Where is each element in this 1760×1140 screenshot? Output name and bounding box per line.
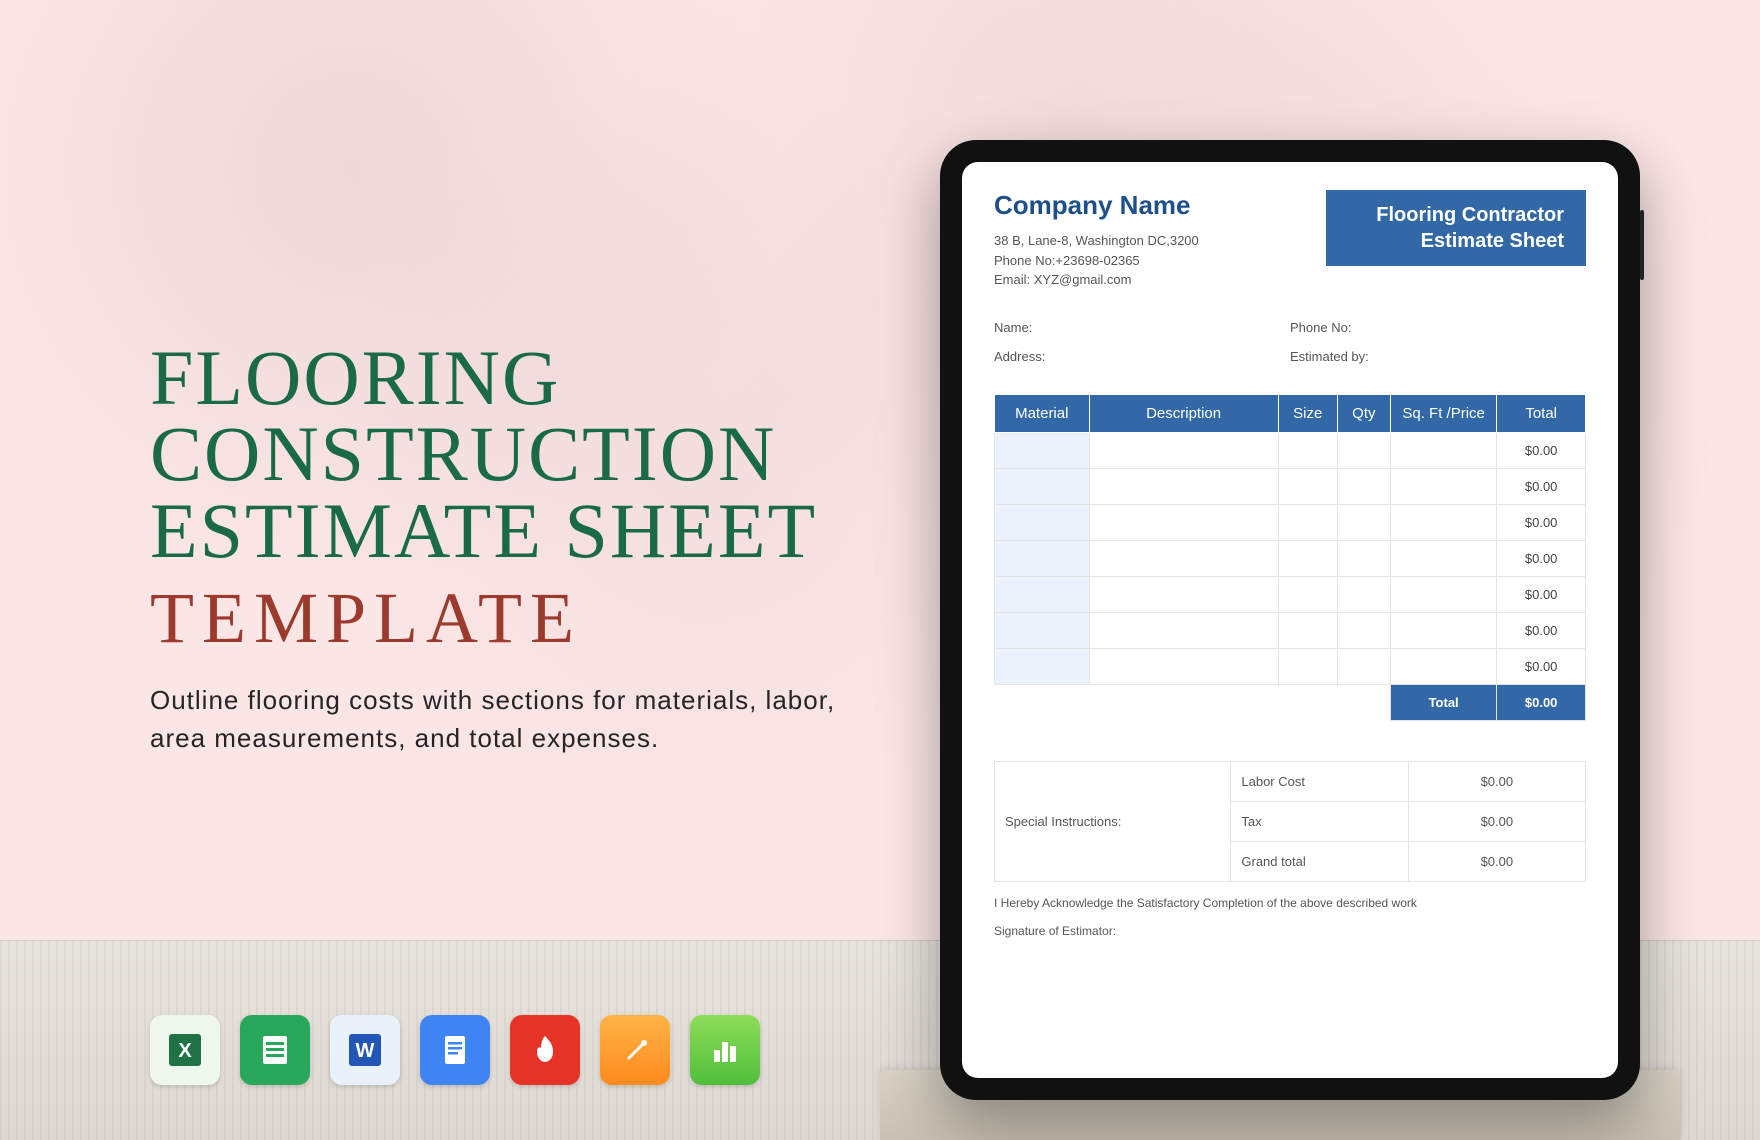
client-estimatedby-label: Estimated by:	[1290, 349, 1586, 364]
table-row: $0.00	[995, 432, 1586, 468]
special-instructions-label: Special Instructions:	[995, 761, 1231, 881]
signature-label: Signature of Estimator:	[994, 924, 1586, 938]
row-total: $0.00	[1497, 468, 1586, 504]
labor-cost-value: $0.00	[1408, 761, 1585, 801]
row-total: $0.00	[1497, 504, 1586, 540]
badge-line2: Estimate Sheet	[1348, 228, 1564, 254]
google-docs-icon	[420, 1015, 490, 1085]
tax-label: Tax	[1231, 801, 1408, 841]
summary-table: Special Instructions: Labor Cost $0.00 T…	[994, 761, 1586, 882]
apple-numbers-icon	[690, 1015, 760, 1085]
table-row: $0.00	[995, 576, 1586, 612]
svg-text:X: X	[178, 1040, 192, 1062]
company-name: Company Name	[994, 190, 1326, 221]
promo-subtitle: TEMPLATE	[150, 577, 850, 660]
acknowledgement-text: I Hereby Acknowledge the Satisfactory Co…	[994, 896, 1586, 910]
company-phone: Phone No:+23698-02365	[994, 251, 1326, 271]
company-block: Company Name 38 B, Lane-8, Washington DC…	[994, 190, 1326, 290]
apple-pages-icon	[600, 1015, 670, 1085]
table-body: $0.00 $0.00 $0.00 $0.00 $0.00 $0.00 $0.0…	[995, 432, 1586, 720]
row-total: $0.00	[1497, 432, 1586, 468]
document-title-badge: Flooring Contractor Estimate Sheet	[1326, 190, 1586, 266]
promo-text-block: FLOORING CONSTRUCTION ESTIMATE SHEET TEM…	[150, 340, 850, 758]
table-row: $0.00	[995, 648, 1586, 684]
excel-icon: X	[150, 1015, 220, 1085]
table-row: $0.00	[995, 504, 1586, 540]
th-qty: Qty	[1337, 394, 1390, 432]
client-info-row2: Address: Estimated by:	[994, 349, 1586, 364]
badge-line1: Flooring Contractor	[1348, 202, 1564, 228]
word-icon: W	[330, 1015, 400, 1085]
document-preview: Company Name 38 B, Lane-8, Washington DC…	[962, 162, 1618, 1078]
labor-cost-label: Labor Cost	[1231, 761, 1408, 801]
svg-text:W: W	[356, 1040, 375, 1062]
tax-value: $0.00	[1408, 801, 1585, 841]
company-email: Email: XYZ@gmail.com	[994, 270, 1326, 290]
table-row: $0.00	[995, 612, 1586, 648]
grand-total-value: $0.00	[1408, 841, 1585, 881]
row-total: $0.00	[1497, 648, 1586, 684]
promo-description: Outline flooring costs with sections for…	[150, 682, 850, 757]
row-total: $0.00	[1497, 576, 1586, 612]
table-header-row: Material Description Size Qty Sq. Ft /Pr…	[995, 394, 1586, 432]
table-row: $0.00	[995, 540, 1586, 576]
promo-title-line2: CONSTRUCTION	[150, 416, 850, 492]
table-row: $0.00	[995, 468, 1586, 504]
tablet-frame: Company Name 38 B, Lane-8, Washington DC…	[940, 140, 1640, 1100]
table-footer-row: Total $0.00	[995, 684, 1586, 720]
client-address-label: Address:	[994, 349, 1290, 364]
th-sqft-price: Sq. Ft /Price	[1390, 394, 1496, 432]
document-header: Company Name 38 B, Lane-8, Washington DC…	[994, 190, 1586, 290]
promo-title-line1: FLOORING	[150, 340, 850, 416]
footer-total-label: Total	[1390, 684, 1496, 720]
th-size: Size	[1278, 394, 1337, 432]
row-total: $0.00	[1497, 612, 1586, 648]
row-total: $0.00	[1497, 540, 1586, 576]
summary-row: Special Instructions: Labor Cost $0.00	[995, 761, 1586, 801]
estimate-table: Material Description Size Qty Sq. Ft /Pr…	[994, 394, 1586, 721]
promo-title: FLOORING CONSTRUCTION ESTIMATE SHEET	[150, 340, 850, 569]
grand-total-label: Grand total	[1231, 841, 1408, 881]
company-address: 38 B, Lane-8, Washington DC,3200	[994, 231, 1326, 251]
client-phone-label: Phone No:	[1290, 320, 1586, 335]
client-info-row1: Name: Phone No:	[994, 320, 1586, 335]
client-name-label: Name:	[994, 320, 1290, 335]
footer-total-value: $0.00	[1497, 684, 1586, 720]
th-total: Total	[1497, 394, 1586, 432]
th-description: Description	[1089, 394, 1278, 432]
pdf-icon	[510, 1015, 580, 1085]
promo-title-line3: ESTIMATE SHEET	[150, 493, 850, 569]
format-icon-row: X W	[150, 1015, 760, 1085]
th-material: Material	[995, 394, 1090, 432]
google-sheets-icon	[240, 1015, 310, 1085]
